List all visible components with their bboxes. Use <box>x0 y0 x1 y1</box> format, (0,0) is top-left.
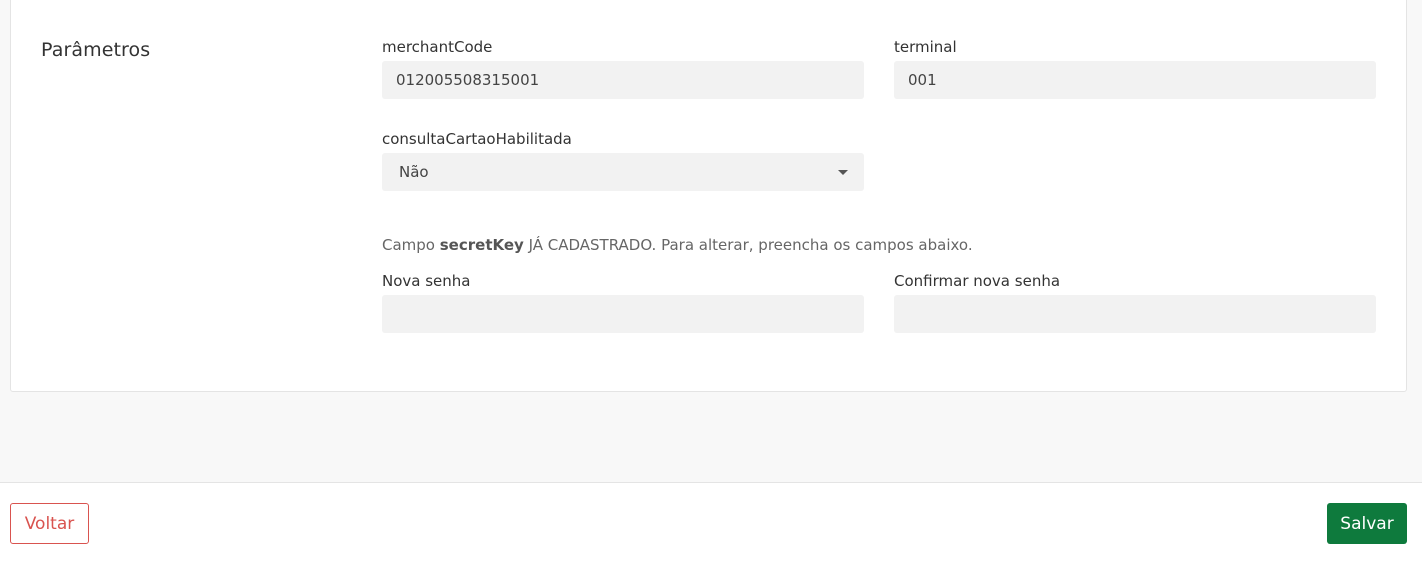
parameters-card <box>10 0 1407 392</box>
terminal-input[interactable]: 001 <box>894 61 1376 99</box>
secret-key-hint: Campo secretKey JÁ CADASTRADO. Para alte… <box>382 236 973 254</box>
merchant-code-label: merchantCode <box>382 38 493 56</box>
consulta-cartao-label: consultaCartaoHabilitada <box>382 130 572 148</box>
consulta-cartao-select[interactable]: Não <box>382 153 864 191</box>
save-button[interactable]: Salvar <box>1327 503 1407 544</box>
back-button[interactable]: Voltar <box>10 503 89 544</box>
nova-senha-input[interactable] <box>382 295 864 333</box>
confirmar-senha-label: Confirmar nova senha <box>894 272 1061 290</box>
hint-key: secretKey <box>439 236 524 254</box>
nova-senha-label: Nova senha <box>382 272 471 290</box>
hint-prefix: Campo <box>382 236 440 254</box>
section-title: Parâmetros <box>41 39 151 61</box>
confirmar-senha-input[interactable] <box>894 295 1376 333</box>
dropdown-arrow-icon <box>838 170 848 175</box>
merchant-code-input[interactable]: 012005508315001 <box>382 61 864 99</box>
consulta-cartao-selected-value: Não <box>399 163 429 181</box>
hint-suffix: JÁ CADASTRADO. Para alterar, preencha os… <box>523 236 973 254</box>
terminal-label: terminal <box>894 38 957 56</box>
footer-bar: Voltar Salvar <box>0 482 1422 564</box>
